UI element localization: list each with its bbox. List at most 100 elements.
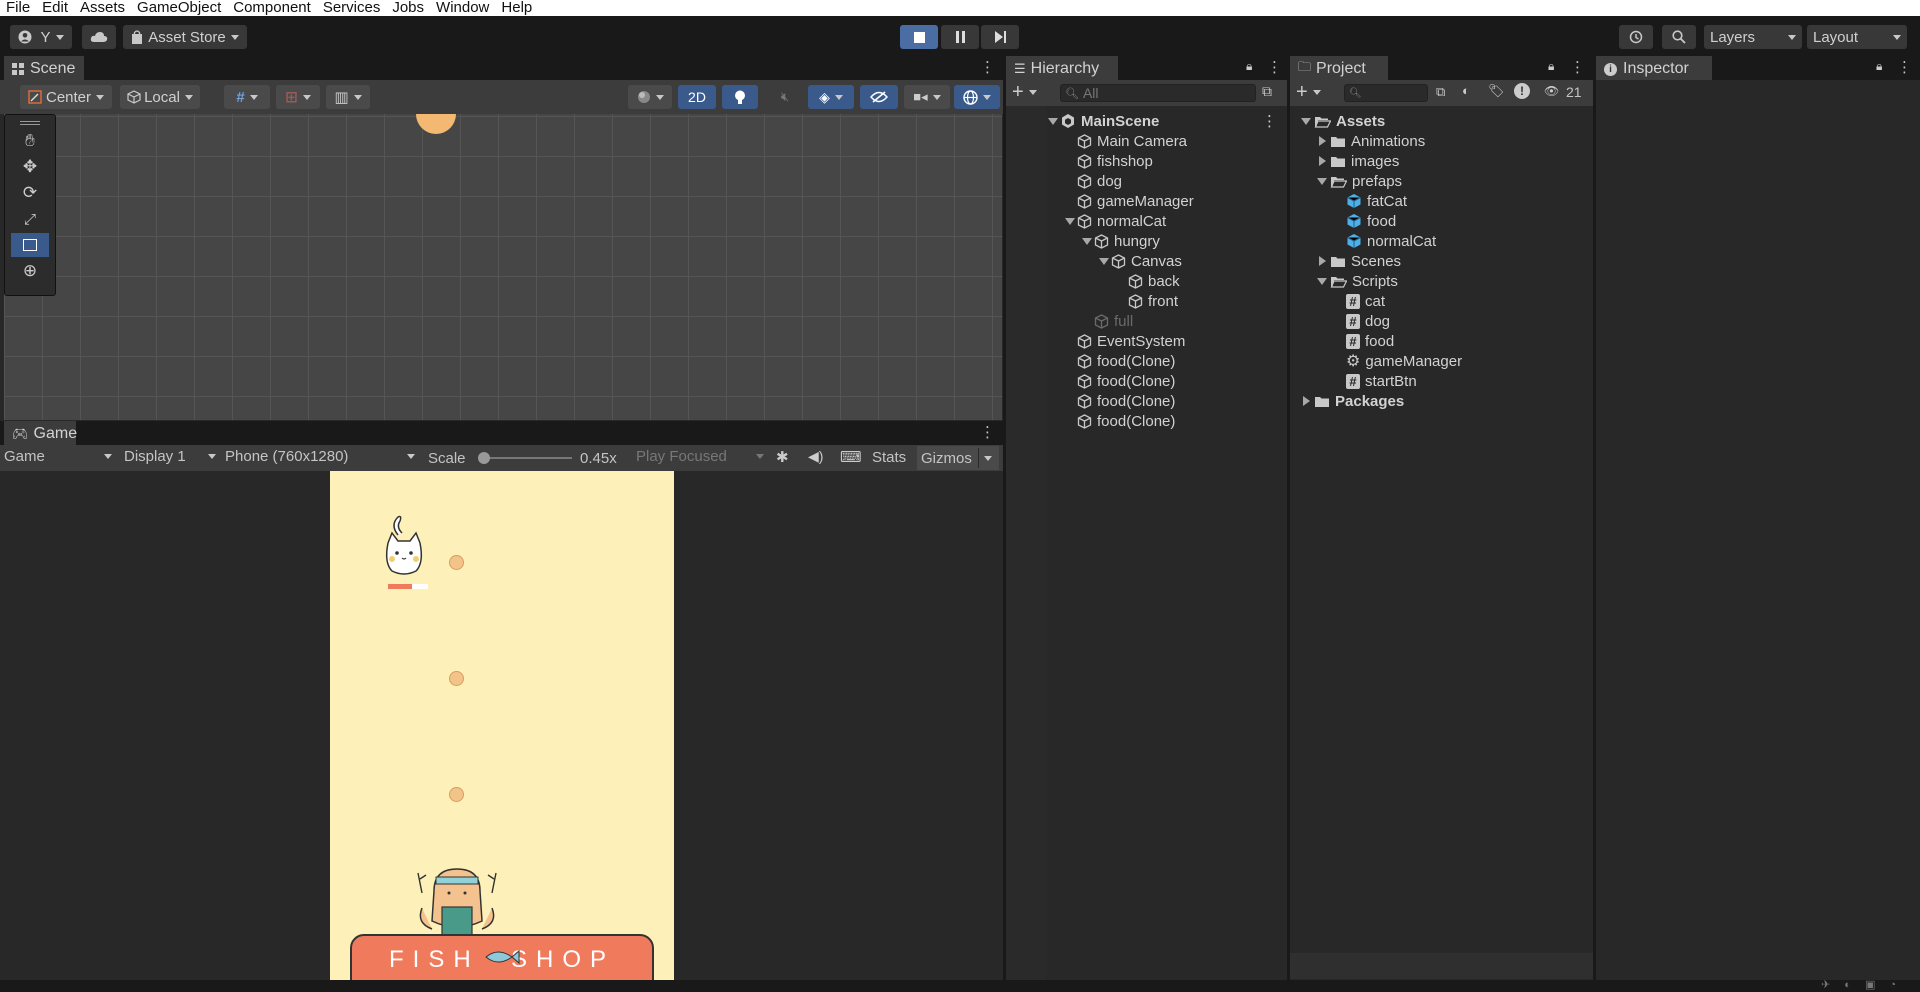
lock-icon[interactable]: 🔒︎ <box>1548 59 1554 74</box>
audio-toggle[interactable]: 🔇︎ <box>770 85 800 109</box>
hierarchy-search-input[interactable]: 🔍︎ All <box>1060 84 1256 102</box>
expand-arrow-icon[interactable] <box>1298 117 1314 125</box>
tab-inspector[interactable]: i Inspector <box>1596 56 1712 80</box>
expand-arrow-icon[interactable] <box>1046 117 1060 125</box>
hierarchy-item[interactable]: dog <box>1063 171 1281 191</box>
hierarchy-scene-row[interactable]: MainScene ⋮ <box>1046 111 1281 131</box>
space-dropdown[interactable]: Local <box>120 85 200 109</box>
tab-game[interactable]: 🎮︎ Game <box>4 421 77 445</box>
scale-slider[interactable] <box>478 452 572 464</box>
tab-hierarchy[interactable]: ☰ Hierarchy <box>1006 56 1118 80</box>
search-by-type-icon[interactable]: ⧉ <box>1436 84 1445 100</box>
gizmos-button[interactable]: Gizmos <box>917 446 999 470</box>
menu-help[interactable]: Help <box>495 0 538 16</box>
hierarchy-item[interactable]: EventSystem <box>1063 331 1281 351</box>
lock-icon[interactable]: 🔒︎ <box>1246 59 1252 74</box>
scene-more-icon[interactable]: ⋮ <box>980 60 995 76</box>
project-item[interactable]: fatCat <box>1330 191 1407 211</box>
bug-icon[interactable]: ✱ <box>776 448 789 466</box>
scene-search-icon[interactable]: ⧉ <box>1262 83 1272 100</box>
expand-arrow-icon[interactable] <box>1314 277 1330 285</box>
menu-edit[interactable]: Edit <box>36 0 74 16</box>
hierarchy-item[interactable]: food(Clone) <box>1063 411 1281 431</box>
expand-arrow-icon[interactable] <box>1080 237 1094 245</box>
hierarchy-more-icon[interactable]: ⋮ <box>1267 60 1282 76</box>
speaker-icon[interactable]: ◀) <box>808 448 823 465</box>
game-viewport[interactable]: FISH SHOP <box>0 471 1003 982</box>
expand-arrow-icon[interactable] <box>1314 177 1330 185</box>
project-item[interactable]: images <box>1314 151 1399 171</box>
hidden-packages-icon[interactable]: 👁︎ <box>1544 84 1559 98</box>
collapse-arrow-icon[interactable] <box>1314 136 1330 146</box>
warning-icon[interactable]: ! <box>1514 83 1530 99</box>
scene-viewport[interactable] <box>4 114 1002 420</box>
project-item[interactable]: prefaps <box>1314 171 1402 191</box>
game-view-dropdown[interactable]: Game <box>4 448 112 465</box>
keyboard-icon[interactable]: ⌨ <box>840 448 862 466</box>
rect-tool[interactable] <box>11 233 49 257</box>
project-item[interactable]: # dog <box>1330 311 1390 331</box>
play-button[interactable] <box>900 25 938 49</box>
hierarchy-item[interactable]: normalCat <box>1063 211 1281 231</box>
resolution-dropdown[interactable]: Phone (760x1280) <box>225 448 415 465</box>
project-item[interactable]: Scripts <box>1314 271 1398 291</box>
hierarchy-item[interactable]: Main Camera <box>1063 131 1281 151</box>
increment-snap-button[interactable]: ⊞ <box>276 85 320 109</box>
hand-tool[interactable]: ✋︎ <box>11 129 49 153</box>
menu-services[interactable]: Services <box>317 0 387 16</box>
hierarchy-item[interactable]: back <box>1114 271 1281 291</box>
effects-dropdown[interactable]: ◈ <box>808 85 854 109</box>
menu-gameobject[interactable]: GameObject <box>131 0 227 16</box>
project-more-icon[interactable]: ⋮ <box>1570 60 1585 76</box>
menu-window[interactable]: Window <box>430 0 495 16</box>
shading-mode-button[interactable] <box>628 85 672 109</box>
asset-store-button[interactable]: Asset Store <box>123 25 247 49</box>
stats-button[interactable]: Stats <box>872 449 906 466</box>
visibility-toggle[interactable] <box>860 85 898 109</box>
project-search-input[interactable]: 🔍︎ <box>1344 84 1428 102</box>
hierarchy-item[interactable]: food(Clone) <box>1063 391 1281 411</box>
project-create-button[interactable]: + <box>1296 82 1321 102</box>
project-item[interactable]: # startBtn <box>1330 371 1417 391</box>
pause-button[interactable] <box>941 25 979 49</box>
move-tool[interactable]: ✥ <box>11 155 49 179</box>
project-item[interactable]: Assets <box>1298 111 1385 131</box>
hierarchy-item[interactable]: gameManager <box>1063 191 1281 211</box>
expand-arrow-icon[interactable] <box>1063 217 1077 225</box>
gizmos-dropdown[interactable] <box>954 85 1000 109</box>
search-button[interactable] <box>1662 25 1696 49</box>
tab-scene[interactable]: Scene <box>4 56 84 80</box>
pivot-dropdown[interactable]: Center <box>20 85 112 109</box>
expand-arrow-icon[interactable] <box>1097 257 1111 265</box>
tab-project[interactable]: 🗀 Project <box>1290 56 1388 80</box>
project-item[interactable]: # food <box>1330 331 1394 351</box>
create-button[interactable]: + <box>1012 82 1037 102</box>
project-item[interactable]: food <box>1330 211 1396 231</box>
hierarchy-item[interactable]: food(Clone) <box>1063 351 1281 371</box>
drag-handle[interactable] <box>11 119 49 127</box>
project-item[interactable]: Packages <box>1298 391 1404 411</box>
hierarchy-item[interactable]: hungry <box>1080 231 1281 251</box>
lock-icon[interactable]: 🔒︎ <box>1876 59 1882 74</box>
layers-dropdown[interactable]: Layers <box>1704 25 1802 49</box>
inspector-more-icon[interactable]: ⋮ <box>1897 60 1912 76</box>
collapse-arrow-icon[interactable] <box>1314 256 1330 266</box>
hierarchy-item[interactable]: Canvas <box>1097 251 1281 271</box>
history-button[interactable] <box>1619 25 1653 49</box>
step-button[interactable] <box>981 25 1019 49</box>
grid-visibility-button[interactable]: ▥ <box>326 85 370 109</box>
play-mode-dropdown[interactable]: Play Focused <box>636 448 764 465</box>
hierarchy-item[interactable]: full <box>1080 311 1281 331</box>
project-item[interactable]: Scenes <box>1314 251 1401 271</box>
camera-dropdown[interactable]: ■◂ <box>904 85 950 109</box>
menu-assets[interactable]: Assets <box>74 0 131 16</box>
project-item[interactable]: Animations <box>1314 131 1425 151</box>
scale-tool[interactable]: ⤢ <box>11 207 49 231</box>
display-dropdown[interactable]: Display 1 <box>124 448 216 465</box>
project-item[interactable]: normalCat <box>1330 231 1436 251</box>
account-button[interactable]: Y <box>10 25 72 49</box>
layout-dropdown[interactable]: Layout <box>1807 25 1907 49</box>
tag-icon[interactable]: 🏷︎ <box>1488 83 1505 99</box>
hierarchy-item[interactable]: fishshop <box>1063 151 1281 171</box>
scale-slider-handle[interactable] <box>478 452 490 464</box>
